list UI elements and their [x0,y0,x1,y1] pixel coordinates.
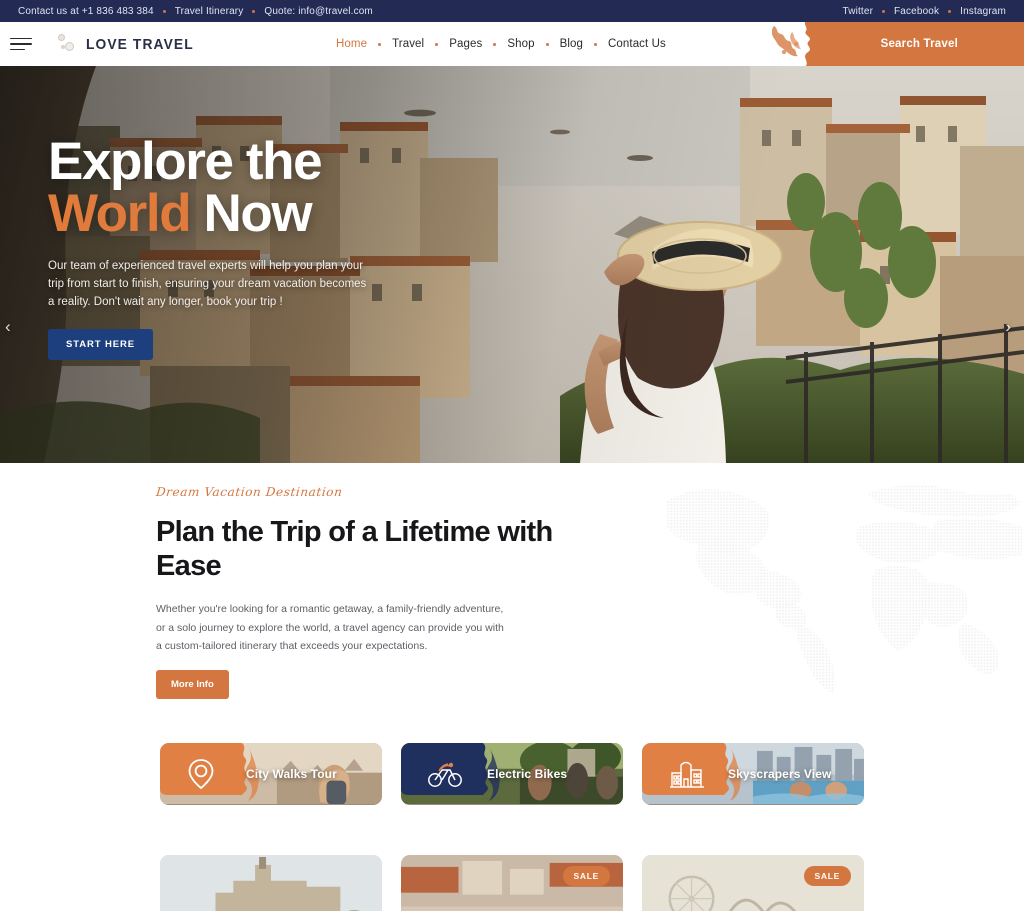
main-navigation: Home Travel Pages Shop Blog Contact Us [336,38,666,50]
hero-title: Explore the World Now [48,132,568,240]
feature-card-electric-bikes[interactable]: Electric Bikes [401,742,623,805]
topbar-contact-group: Contact us at +1 836 483 384 Travel Itin… [18,6,373,17]
section-paragraph: Whether you're looking for a romantic ge… [156,603,504,653]
nav-item-shop[interactable]: Shop [507,38,534,50]
hero-title-line2: World Now [48,187,568,240]
brand-name: LOVE TRAVEL [86,35,194,53]
product-card-1[interactable] [160,854,382,911]
nav-item-travel[interactable]: Travel [392,38,424,50]
hamburger-menu-icon[interactable] [10,37,32,51]
hero-title-rest: Now [203,183,313,243]
hero-content: Explore the World Now Our team of experi… [48,132,568,361]
sale-badge: SALE [803,865,851,886]
feature-card-skyscrapers-view[interactable]: Skyscrapers View [642,742,864,805]
separator-dot-icon [378,42,382,46]
contact-phone[interactable]: Contact us at +1 836 483 384 [18,6,154,17]
hero-slider: Explore the World Now Our team of experi… [0,66,1024,463]
social-link-twitter[interactable]: Twitter [843,6,874,17]
plan-trip-section: Dream Vacation Destination Plan the Trip… [0,463,1024,911]
product-card-image [160,854,382,911]
bicycle-icon [428,762,462,787]
search-travel-label: Search Travel [880,38,958,50]
site-header: LOVE TRAVEL Home Travel Pages Shop Blog … [0,22,1024,66]
section-heading: Plan the Trip of a Lifetime with Ease [156,516,553,583]
section-eyebrow: Dream Vacation Destination [155,485,344,499]
feature-card-label: City Walks Tour [246,766,337,781]
cityscape-icon [670,761,704,788]
feature-card-label: Skyscrapers View [728,766,832,781]
more-info-button[interactable]: More Info [156,669,229,699]
social-links-group: Twitter Facebook Instagram [843,6,1006,17]
carousel-prev-icon[interactable]: ‹ [5,317,11,337]
feature-cards-row: City Walks Tour Electric Bikes Skyscrape… [0,742,1024,805]
separator-dot-icon [435,42,439,46]
separator-dot-icon [493,42,497,46]
product-cards-row: SALE SALE [0,854,1024,911]
social-link-facebook[interactable]: Facebook [894,6,939,17]
feature-card-city-walks-tour[interactable]: City Walks Tour [160,742,382,805]
logo-mark-icon [54,32,80,56]
hero-paragraph: Our team of experienced travel experts w… [48,259,367,308]
separator-dot-icon [882,9,886,13]
separator-dot-icon [252,9,256,13]
separator-dot-icon [594,42,597,46]
separator-dot-icon [948,9,952,13]
separator-dot-icon [545,42,549,46]
nav-item-contact-us[interactable]: Contact Us [608,38,666,50]
section-content: Dream Vacation Destination Plan the Trip… [0,463,1024,699]
product-card-2[interactable]: SALE [401,854,623,911]
map-pin-icon [188,758,214,789]
start-here-button[interactable]: START HERE [48,329,153,361]
product-card-3[interactable]: SALE [642,854,864,911]
separator-dot-icon [162,9,166,13]
hero-title-accent: World [48,183,192,243]
feature-card-label: Electric Bikes [487,766,568,781]
nav-item-blog[interactable]: Blog [560,38,583,50]
nav-item-pages[interactable]: Pages [449,38,482,50]
search-travel-button[interactable]: Search Travel [744,22,1024,66]
nav-item-home[interactable]: Home [336,38,367,50]
social-link-instagram[interactable]: Instagram [960,6,1006,17]
top-info-bar: Contact us at +1 836 483 384 Travel Itin… [0,0,1024,22]
sale-badge: SALE [562,865,610,886]
travel-itinerary-link[interactable]: Travel Itinerary [175,6,244,17]
hero-title-line1: Explore the [48,132,323,191]
brand-logo[interactable]: LOVE TRAVEL [54,32,203,56]
carousel-next-icon[interactable]: › [1005,317,1011,337]
quote-email-link[interactable]: Quote: info@travel.com [264,6,373,17]
